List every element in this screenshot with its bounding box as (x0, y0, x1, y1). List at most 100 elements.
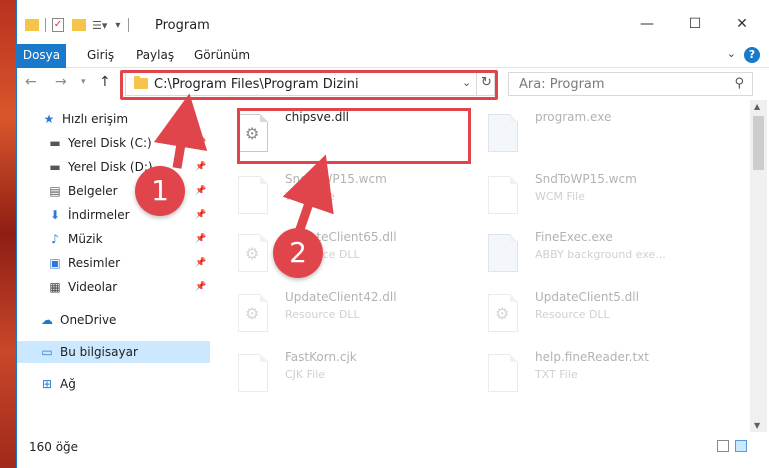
drive-icon: ▬ (49, 160, 61, 174)
help-icon[interactable]: ? (744, 47, 760, 63)
file-name: FastKorn.cjk (285, 350, 357, 364)
step-badge-1: 1 (135, 166, 185, 216)
file-type: TXT File (535, 368, 578, 381)
file-item-help-finereader-txt[interactable]: help.fineReader.txt TXT File (460, 348, 700, 406)
tab-share[interactable]: Paylaş (136, 44, 174, 68)
quick-access-toolbar: ✓ ☰▾ ▾ (25, 16, 130, 34)
file-item-fineexec-exe[interactable]: FineExec.exe ABBY background exe... (460, 228, 700, 286)
qa-dropdown-icon[interactable]: ▾ (115, 20, 120, 31)
nav-label: Ağ (60, 377, 76, 391)
pin-icon[interactable]: 📌 (195, 210, 206, 220)
nav-label: Yerel Disk (C:) (68, 136, 152, 150)
pictures-icon: ▣ (49, 256, 61, 270)
nav-label: Resimler (68, 256, 121, 270)
file-name: SndToWP15.wcm (535, 172, 637, 186)
title-bar: ✓ ☰▾ ▾ Program — ☐ ✕ (17, 0, 769, 44)
pin-icon[interactable]: 📌 (195, 162, 206, 172)
cloud-icon: ☁ (41, 313, 53, 327)
download-arrow-icon: ⬇ (49, 208, 61, 222)
nav-item-videos[interactable]: ▦ Videolar 📌 (17, 276, 210, 298)
forward-arrow-icon[interactable]: → (55, 74, 67, 90)
minimize-button[interactable]: — (637, 14, 657, 34)
search-icon[interactable]: ⚲ (734, 76, 744, 91)
file-item-sndtowp15-wcm-2[interactable]: SndToWP15.wcm WCM File (460, 170, 700, 228)
film-icon: ▦ (49, 280, 61, 294)
tab-home[interactable]: Giriş (87, 44, 114, 68)
scroll-up-icon[interactable]: ▲ (754, 102, 760, 111)
nav-item-local-disk-d[interactable]: ▬ Yerel Disk (D:) 📌 (17, 156, 210, 178)
scroll-thumb[interactable] (753, 116, 764, 170)
pin-icon[interactable]: 📌 (195, 186, 206, 196)
status-bar: 160 öğe (17, 432, 769, 468)
file-icon (238, 354, 268, 392)
file-icon (488, 176, 518, 214)
pin-icon[interactable]: 📌 (195, 282, 206, 292)
maximize-button[interactable]: ☐ (685, 14, 705, 34)
nav-label: Hızlı erişim (62, 112, 129, 126)
search-input[interactable]: Ara: Program ⚲ (508, 72, 753, 96)
star-icon: ★ (43, 112, 55, 126)
file-highlight-box (237, 108, 471, 164)
nav-quick-access[interactable]: ★ Hızlı erişim (17, 108, 210, 130)
tab-view[interactable]: Görünüm (194, 44, 250, 68)
nav-item-downloads[interactable]: ⬇ İndirmeler 📌 (17, 204, 210, 226)
exe-file-icon (488, 114, 518, 152)
text-file-icon (488, 354, 518, 392)
separator (45, 18, 46, 32)
pin-icon[interactable]: 📌 (195, 258, 206, 268)
documents-icon: ▤ (49, 184, 61, 198)
explorer-window: ✓ ☰▾ ▾ Program — ☐ ✕ Dosya Giriş Paylaş … (16, 0, 769, 468)
vertical-scrollbar[interactable]: ▲ ▼ (750, 100, 767, 432)
step-badge-2: 2 (273, 228, 323, 278)
file-item-sndtowp15-wcm[interactable]: SndToWP15.wcm WCM File (210, 170, 450, 228)
nav-label: Belgeler (68, 184, 118, 198)
new-folder-icon[interactable] (72, 19, 86, 31)
file-name: program.exe (535, 110, 612, 124)
music-note-icon: ♪ (51, 232, 59, 246)
file-type: Resource DLL (285, 308, 360, 321)
nav-item-pictures[interactable]: ▣ Resimler 📌 (17, 252, 210, 274)
customize-icon[interactable]: ☰▾ (92, 19, 107, 32)
computer-icon: ▭ (41, 345, 53, 359)
file-name: UpdateClient5.dll (535, 290, 639, 304)
network-icon: ⊞ (41, 377, 53, 391)
details-view-icon[interactable] (717, 440, 729, 452)
file-name: help.fineReader.txt (535, 350, 649, 364)
file-icon (238, 176, 268, 214)
nav-label: OneDrive (60, 313, 117, 327)
up-arrow-icon[interactable]: ↑ (99, 74, 111, 90)
file-name: UpdateClient42.dll (285, 290, 397, 304)
nav-item-this-pc[interactable]: ▭ Bu bilgisayar (17, 341, 210, 363)
drive-icon: ▬ (49, 136, 61, 150)
nav-item-network[interactable]: ⊞ Ağ (17, 373, 210, 395)
file-item-updateclient5-dll[interactable]: ⚙ UpdateClient5.dll Resource DLL (460, 288, 700, 346)
ribbon-tabs: Dosya Giriş Paylaş Görünüm ⌄ ? (17, 44, 769, 102)
scroll-down-icon[interactable]: ▼ (754, 421, 760, 430)
chevron-down-icon[interactable]: ⌄ (727, 47, 736, 60)
nav-label: Müzik (68, 232, 103, 246)
file-name: SndToWP15.wcm (285, 172, 387, 186)
file-item-program-exe[interactable]: program.exe (460, 108, 700, 166)
recent-locations-icon[interactable]: ▾ (81, 77, 86, 87)
nav-item-local-disk-c[interactable]: ▬ Yerel Disk (C:) 📌 (17, 132, 210, 154)
nav-item-music[interactable]: ♪ Müzik 📌 (17, 228, 210, 250)
file-type: WCM File (285, 190, 335, 203)
file-type: WCM File (535, 190, 585, 203)
close-button[interactable]: ✕ (732, 14, 752, 34)
search-placeholder: Ara: Program (519, 77, 605, 92)
separator (128, 18, 130, 32)
nav-label: Videolar (68, 280, 118, 294)
pin-icon[interactable]: 📌 (195, 234, 206, 244)
address-highlight-box (120, 70, 498, 100)
file-item-updateclient65-dll[interactable]: ⚙ UpdateClient65.dll Resource DLL (210, 228, 450, 286)
file-name: FineExec.exe (535, 230, 613, 244)
file-item-updateclient42-dll[interactable]: ⚙ UpdateClient42.dll Resource DLL (210, 288, 450, 346)
file-item-fastkorn-cjk[interactable]: FastKorn.cjk CJK File (210, 348, 450, 406)
file-type: ABBY background exe... (535, 248, 666, 261)
pin-icon[interactable]: 📌 (195, 138, 206, 148)
properties-icon[interactable]: ✓ (52, 18, 64, 32)
nav-item-onedrive[interactable]: ☁ OneDrive (17, 309, 210, 331)
back-arrow-icon[interactable]: ← (25, 74, 37, 90)
large-icons-view-icon[interactable] (735, 440, 747, 452)
nav-label: İndirmeler (68, 208, 130, 222)
